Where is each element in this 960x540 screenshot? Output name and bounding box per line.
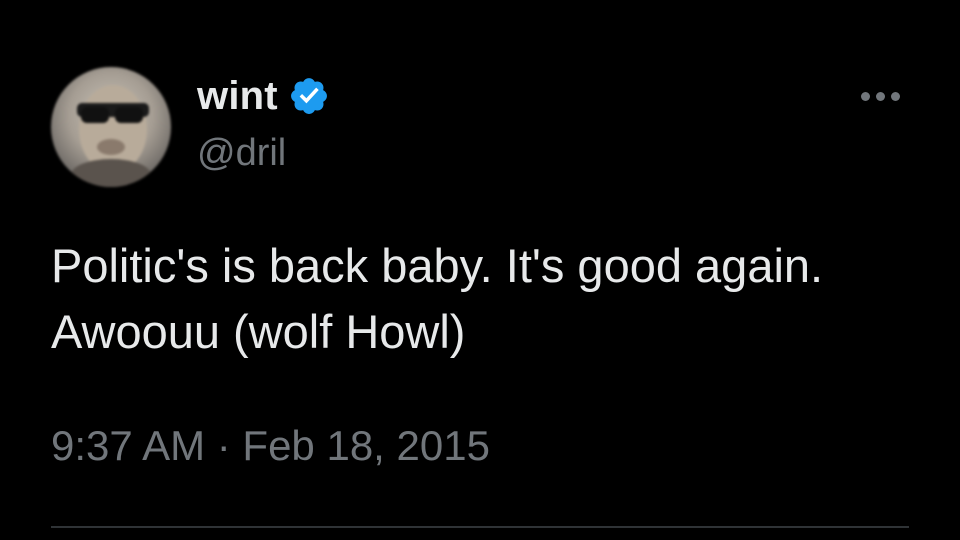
tweet-card: wint @dril Politic's is back baby. It's …: [0, 0, 960, 540]
name-row: wint: [197, 68, 330, 124]
tweet-text: Politic's is back baby. It's good again.…: [51, 239, 824, 358]
display-name[interactable]: wint: [197, 74, 278, 119]
tweet-timestamp[interactable]: 9:37 AM · Feb 18, 2015: [51, 422, 490, 470]
user-handle[interactable]: @dril: [197, 132, 286, 175]
verified-badge-icon[interactable]: [288, 75, 330, 117]
more-options-icon-dot: [890, 91, 900, 101]
avatar[interactable]: [51, 67, 171, 187]
divider: [51, 526, 909, 528]
more-options-icon: [860, 91, 870, 101]
more-options-button[interactable]: [850, 80, 910, 112]
more-options-icon-dot: [875, 91, 885, 101]
avatar-image: [71, 85, 151, 187]
